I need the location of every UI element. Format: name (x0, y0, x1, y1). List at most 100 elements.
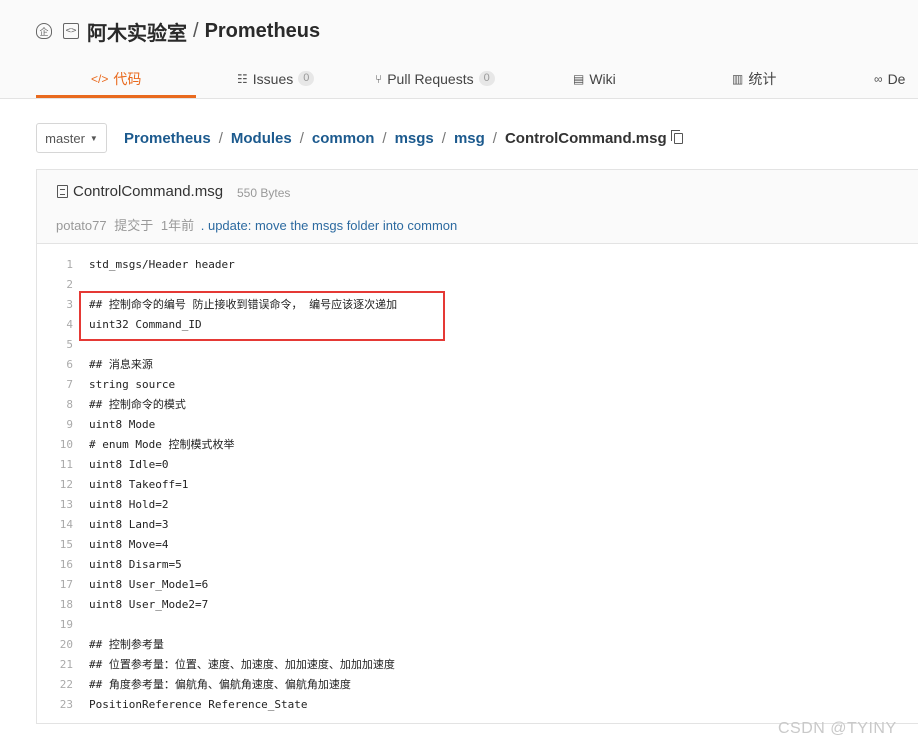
line-content: uint8 Move=4 (89, 538, 169, 551)
line-content: uint8 Idle=0 (89, 458, 169, 471)
line-content: uint8 User_Mode2=7 (89, 598, 209, 611)
file-header: ControlCommand.msg 550 Bytes potato77 提交… (37, 170, 918, 244)
code-line: 5 (37, 335, 918, 355)
line-content: ## 消息来源 (89, 358, 153, 371)
watermark: CSDN @TYINY (778, 720, 897, 737)
line-number[interactable]: 12 (37, 475, 73, 495)
code-line: 1 std_msgs/Header header (37, 255, 918, 275)
breadcrumb-link-msgs[interactable]: msgs (395, 130, 434, 147)
tab-devops[interactable]: ∞ De (874, 60, 905, 97)
code-line: 6 ## 消息来源 (37, 355, 918, 375)
enterprise-icon: 企 (36, 23, 52, 39)
commit-message-link[interactable]: . update: move the msgs folder into comm… (201, 218, 458, 233)
tab-label: Wiki (589, 70, 616, 87)
code-line: 4 uint32 Command_ID (37, 315, 918, 335)
code-line: 17 uint8 User_Mode1=6 (37, 575, 918, 595)
line-number[interactable]: 22 (37, 675, 73, 695)
file-viewer: ControlCommand.msg 550 Bytes potato77 提交… (36, 169, 918, 724)
line-number[interactable]: 6 (37, 355, 73, 375)
active-tab-indicator (36, 95, 196, 98)
line-number[interactable]: 21 (37, 655, 73, 675)
breadcrumb-separator: / (441, 130, 446, 147)
line-number[interactable]: 20 (37, 635, 73, 655)
line-content: uint8 Land=3 (89, 518, 169, 531)
breadcrumb-link-modules[interactable]: Modules (231, 130, 292, 147)
line-content: string source (89, 378, 176, 391)
line-number[interactable]: 5 (37, 335, 73, 355)
line-content: ## 角度参考量：偏航角、偏航角速度、偏航角加速度 (89, 678, 351, 691)
line-number[interactable]: 19 (37, 615, 73, 635)
breadcrumb-link-prometheus[interactable]: Prometheus (124, 130, 211, 147)
breadcrumb-current-file: ControlCommand.msg (504, 130, 667, 147)
line-content: uint8 User_Mode1=6 (89, 578, 209, 591)
caret-down-icon: ▼ (89, 133, 98, 143)
line-number[interactable]: 2 (37, 275, 73, 295)
code-line: 20 ## 控制参考量 (37, 635, 918, 655)
line-number[interactable]: 14 (37, 515, 73, 535)
code-line: 23 PositionReference Reference_State (37, 695, 918, 715)
code-line: 12 uint8 Takeoff=1 (37, 475, 918, 495)
repo-owner-link[interactable]: 阿木实验室 (87, 17, 187, 46)
line-number[interactable]: 13 (37, 495, 73, 515)
code-line: 14 uint8 Land=3 (37, 515, 918, 535)
breadcrumb-link-common[interactable]: common (312, 130, 375, 147)
code-line: 10 # enum Mode 控制模式枚举 (37, 435, 918, 455)
file-size: 550 Bytes (237, 186, 291, 200)
breadcrumb-link-msg[interactable]: msg (454, 130, 485, 147)
repo-name-link[interactable]: Prometheus (205, 20, 321, 43)
line-number[interactable]: 15 (37, 535, 73, 555)
repo-title: 企 <> 阿木实验室 / Prometheus (36, 16, 320, 46)
file-icon (57, 185, 68, 198)
copy-icon[interactable] (670, 130, 683, 144)
tab-wiki[interactable]: ▤ Wiki (573, 60, 616, 97)
line-number[interactable]: 1 (37, 255, 73, 275)
code-line: 15 uint8 Move=4 (37, 535, 918, 555)
code-line: 13 uint8 Hold=2 (37, 495, 918, 515)
line-number[interactable]: 9 (37, 415, 73, 435)
line-content: ## 控制命令的模式 (89, 398, 186, 411)
branch-label: master (45, 130, 85, 146)
commit-time: 1年前 (160, 218, 195, 233)
line-number[interactable]: 8 (37, 395, 73, 415)
file-name: ControlCommand.msg (73, 183, 224, 200)
tab-stats[interactable]: ▥ 统计 (732, 60, 776, 97)
tab-label: 代码 (113, 70, 142, 87)
breadcrumb-separator: / (218, 130, 223, 147)
line-number[interactable]: 17 (37, 575, 73, 595)
tab-code[interactable]: </> 代码 (91, 60, 141, 97)
line-content: uint32 Command_ID (89, 318, 202, 331)
line-number[interactable]: 16 (37, 555, 73, 575)
code-line: 22 ## 角度参考量：偏航角、偏航角速度、偏航角加速度 (37, 675, 918, 695)
line-number[interactable]: 3 (37, 295, 73, 315)
line-content: PositionReference Reference_State (89, 698, 308, 711)
title-separator: / (193, 19, 199, 42)
line-number[interactable]: 11 (37, 455, 73, 475)
breadcrumb-separator: / (299, 130, 304, 147)
line-number[interactable]: 23 (37, 695, 73, 715)
line-number[interactable]: 4 (37, 315, 73, 335)
code-listing: 1 std_msgs/Header header 2 3 ## 控制命令的编号 防止接收… (37, 255, 918, 715)
code-line: 3 ## 控制命令的编号 防止接收到错误命令， 编号应该逐次递加 (37, 295, 918, 315)
tab-issues[interactable]: ☷ Issues 0 (237, 60, 315, 97)
commit-author-link[interactable]: potato77 (56, 218, 107, 233)
branch-selector[interactable]: master ▼ (36, 123, 107, 153)
repo-header: 企 <> 阿木实验室 / Prometheus </> 代码 ☷ Issues … (0, 0, 918, 99)
line-number[interactable]: 7 (37, 375, 73, 395)
line-content: uint8 Takeoff=1 (89, 478, 189, 491)
code-line: 7 string source (37, 375, 918, 395)
tab-label: Pull Requests (387, 70, 474, 87)
tab-label: 统计 (748, 70, 777, 87)
tab-pull-requests[interactable]: ⑂ Pull Requests 0 (375, 60, 495, 97)
line-content: uint8 Mode (89, 418, 156, 431)
breadcrumb-separator: / (382, 130, 387, 147)
issues-icon: ☷ (237, 71, 248, 86)
tab-label: Issues (252, 70, 294, 87)
line-number[interactable]: 10 (37, 435, 73, 455)
code-line: 9 uint8 Mode (37, 415, 918, 435)
code-line: 16 uint8 Disarm=5 (37, 555, 918, 575)
line-number[interactable]: 18 (37, 595, 73, 615)
wiki-icon: ▤ (573, 71, 585, 86)
code-line: 2 (37, 275, 918, 295)
code-line: 21 ## 位置参考量：位置、速度、加速度、加加速度、加加加速度 (37, 655, 918, 675)
stats-icon: ▥ (732, 71, 744, 86)
